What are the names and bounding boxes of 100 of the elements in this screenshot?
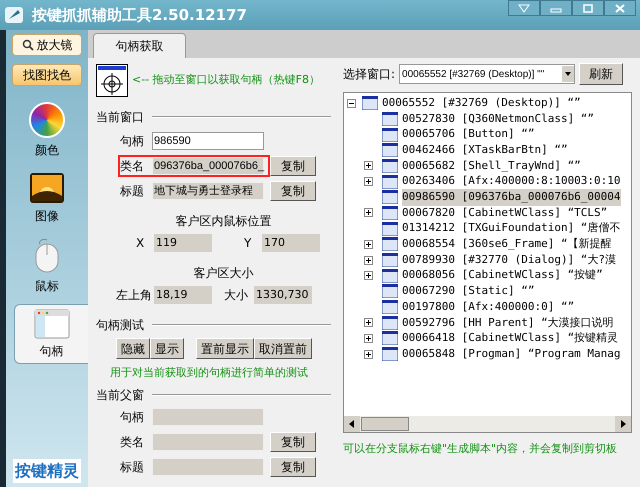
sunset-icon (29, 172, 65, 204)
section-title: 客户区内鼠标位置 (174, 213, 272, 230)
input-field[interactable]: 地下城与勇士登录程 (152, 182, 264, 200)
test-button[interactable]: 隐藏 (116, 338, 150, 359)
tab[interactable]: 句柄获取 (93, 33, 186, 58)
tree-item[interactable]: 00068554 [360se6_Frame] “【新提醒 (402, 236, 612, 253)
window-icon (362, 96, 378, 110)
close-icon[interactable] (604, 0, 636, 16)
crosshair-icon[interactable] (96, 64, 128, 96)
expand-icon[interactable] (364, 334, 373, 343)
test-button[interactable]: 显示 (150, 338, 184, 359)
scroll-left-icon[interactable] (344, 416, 360, 432)
expand-icon[interactable] (364, 350, 373, 359)
tree-item[interactable]: 00067820 [CabinetWClass] “TCLS” (402, 204, 608, 222)
window-icon (382, 112, 398, 126)
window-icon (382, 347, 398, 362)
tree-item[interactable]: 00527830 [Q360NetmonClass] “” (402, 110, 594, 128)
value-field: 18,19 (154, 286, 212, 304)
input-field[interactable] (152, 432, 264, 450)
field-label: 类名 (120, 434, 145, 450)
section-heading: 当前父窗 (96, 386, 144, 404)
window-icon (382, 316, 398, 330)
window-icon (382, 253, 398, 268)
field-label: 句柄 (120, 408, 145, 426)
tree-item[interactable]: 00066418 [CabinetWClass] “按键精灵 (402, 330, 618, 347)
tree-item[interactable]: 00067290 [Static] “” (402, 283, 534, 300)
sidebar-button[interactable]: 找图找色 (12, 64, 82, 86)
expand-icon[interactable] (364, 240, 373, 249)
search-icon (22, 39, 34, 51)
tree-item[interactable]: 00068056 [CabinetWClass] “按键” (402, 267, 603, 284)
copy-button[interactable]: 复制 (270, 181, 316, 201)
scroll-right-icon[interactable] (615, 416, 631, 432)
field-label: 句柄 (120, 133, 145, 150)
sidebar-button[interactable]: 放大镜 (12, 34, 82, 56)
tree-item[interactable]: 00462466 [XTaskBarBtn] “” (402, 142, 568, 158)
copy-button[interactable]: 复制 (270, 432, 316, 452)
tree-item[interactable]: 00065848 [Progman] “Program Manag (402, 346, 621, 362)
sidebar-item[interactable]: 句柄 (14, 304, 88, 364)
tree-item[interactable]: 00592796 [HH Parent] “大漠接口说明 (402, 314, 614, 332)
copy-button[interactable]: 复制 (270, 156, 316, 176)
window-icon (382, 268, 398, 283)
tree-item[interactable]: 00789930 [#32770 (Dialog)] “大?漠 (402, 252, 616, 268)
tree-item[interactable]: 01314212 [TXGuiFoundation] “唐僧不 (402, 220, 620, 237)
sidebar-item[interactable]: 颜色 (6, 100, 88, 160)
hint-text: <-- 拖动至窗口以获取句柄（热键F8） (132, 72, 320, 88)
expand-icon[interactable] (364, 318, 373, 328)
input-field[interactable] (152, 408, 264, 426)
test-button[interactable]: 取消置前 (254, 338, 312, 359)
field-label: Y (244, 235, 252, 252)
sidebar-item[interactable]: 图像 (6, 168, 88, 228)
tree-item[interactable]: 00197800 [Afx:400000:0] “” (402, 298, 574, 316)
window-icon (382, 174, 398, 189)
tree-item[interactable]: 00986590 [096376ba_000076b6_00004 (402, 189, 621, 206)
value-field: 1330,730 (254, 286, 312, 304)
tree-item[interactable]: 00065552 [#32769 (Desktop)] “” (382, 94, 581, 112)
expand-icon[interactable] (364, 208, 373, 218)
note-text: 用于对当前获取到的句柄进行简单的测试 (109, 365, 309, 381)
expand-icon[interactable] (364, 256, 373, 265)
horizontal-scrollbar[interactable] (344, 416, 631, 432)
app-icon (4, 5, 26, 25)
copy-button[interactable]: 复制 (270, 456, 316, 476)
field-label: X (136, 235, 146, 252)
section-heading: 当前窗口 (96, 109, 144, 126)
color-wheel-icon (29, 102, 65, 138)
window-icon (382, 284, 398, 298)
window-icon (382, 222, 398, 236)
field-label: 左上角 (116, 287, 153, 304)
section-heading: 句柄测试 (96, 317, 144, 334)
window-icon (382, 128, 398, 142)
window-icon (382, 237, 398, 252)
input-field[interactable] (152, 458, 264, 476)
dropdown-icon[interactable] (508, 0, 540, 16)
field-label: 标题 (120, 183, 145, 200)
collapse-icon[interactable] (347, 98, 356, 108)
window-title: 按键抓抓辅助工具2.50.12177 (32, 4, 247, 26)
scroll-thumb[interactable] (361, 417, 409, 431)
refresh-button[interactable]: 刷新 (579, 63, 624, 85)
minimize-icon[interactable] (540, 0, 572, 16)
tree-item[interactable]: 00065682 [Shell_TrayWnd] “” (402, 158, 581, 174)
sidebar-item[interactable]: 鼠标 (6, 236, 88, 296)
window-icon (382, 190, 398, 204)
value-field: 119 (154, 234, 212, 252)
expand-icon[interactable] (364, 161, 373, 170)
brand-logo: 按键精灵 (13, 459, 81, 483)
expand-icon[interactable] (364, 271, 373, 280)
window-icon (382, 331, 398, 346)
window-icon (382, 158, 398, 173)
window-icon (382, 143, 398, 158)
maximize-icon[interactable] (572, 0, 604, 16)
test-button[interactable]: 置前显示 (196, 338, 254, 359)
window-icon (382, 206, 398, 220)
window-icon (382, 300, 398, 314)
tree-item[interactable]: 00065706 [Button] “” (402, 126, 534, 143)
field-label: 标题 (120, 458, 145, 476)
input-field[interactable]: 986590 (152, 132, 264, 150)
window-dropdown[interactable]: 00065552 [#32769 (Desktop)] "" (399, 64, 576, 84)
input-field[interactable]: 096376ba_000076b6_ (152, 157, 264, 175)
field-label: 大小 (224, 287, 249, 304)
expand-icon[interactable] (364, 177, 373, 186)
tree-item[interactable]: 00263406 [Afx:400000:8:10003:0:10 (402, 173, 621, 190)
